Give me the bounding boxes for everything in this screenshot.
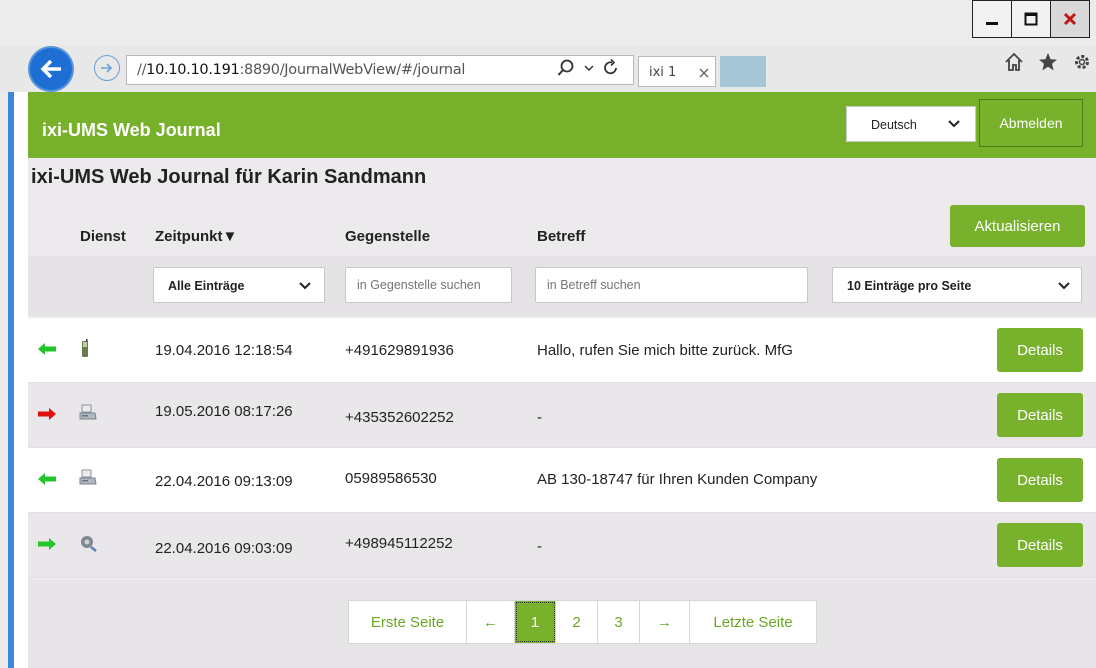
entries-filter-value: Alle Einträge [168, 279, 245, 293]
party-cell: +435352602252 [345, 409, 454, 426]
app-title: ixi-UMS Web Journal [42, 120, 221, 140]
language-select[interactable]: Deutsch [846, 106, 976, 142]
details-button[interactable]: Details [997, 523, 1083, 567]
maximize-icon [1024, 12, 1038, 26]
time-cell: 22.04.2016 09:03:09 [155, 540, 293, 557]
arrow-left-icon [40, 59, 61, 79]
table-row: 22.04.2016 09:03:09 +498945112252 - Deta… [28, 513, 1096, 578]
minimize-icon [986, 22, 998, 25]
fax-icon [79, 404, 97, 420]
title-bar [0, 0, 1096, 46]
app-header: ixi-UMS Web Journal Deutsch Abmelden [28, 92, 1096, 158]
column-header-zeitpunkt[interactable]: Zeitpunkt▼ [155, 228, 237, 245]
chevron-down-icon [1058, 282, 1070, 290]
minimize-button[interactable] [972, 0, 1012, 38]
journal-table: 19.04.2016 12:18:54 +491629891936 Hallo,… [28, 318, 1096, 578]
chevron-down-icon[interactable] [584, 64, 594, 72]
chevron-down-icon [299, 282, 311, 290]
sms-icon [82, 339, 88, 357]
page-link-3[interactable]: 3 [598, 601, 640, 643]
first-page-link[interactable]: Erste Seite [349, 601, 467, 643]
back-button[interactable] [30, 48, 72, 90]
logout-button[interactable]: Abmelden [979, 99, 1083, 147]
column-header-dienst: Dienst [80, 228, 126, 245]
next-page-link[interactable]: → [640, 601, 690, 643]
new-tab-button[interactable] [720, 56, 766, 87]
details-button[interactable]: Details [997, 393, 1083, 437]
details-button[interactable]: Details [997, 328, 1083, 372]
window-controls [972, 0, 1090, 38]
page-link-2[interactable]: 2 [556, 601, 598, 643]
column-header-gegenstelle: Gegenstelle [345, 228, 431, 245]
star-icon[interactable] [1038, 52, 1058, 72]
time-cell: 19.05.2016 08:17:26 [155, 403, 293, 420]
language-value: Deutsch [871, 118, 917, 132]
url-text: //10.10.10.191:8890/JournalWebView/#/jou… [137, 62, 466, 78]
browser-tab[interactable]: ixi 1 [638, 56, 716, 87]
column-header-betreff: Betreff [537, 228, 586, 245]
close-tab-icon[interactable] [699, 68, 709, 78]
party-cell: 05989586530 [345, 470, 437, 487]
per-page-value: 10 Einträge pro Seite [847, 279, 972, 293]
subject-cell: AB 130-18747 für Ihren Kunden Company [537, 471, 818, 488]
gear-icon[interactable] [1072, 52, 1092, 72]
party-cell: +491629891936 [345, 342, 454, 359]
time-cell: 22.04.2016 09:13:09 [155, 473, 293, 490]
filter-row: Alle Einträge 10 Einträge pro Seite [28, 256, 1096, 316]
table-row: 22.04.2016 09:13:09 05989586530 AB 130-1… [28, 448, 1096, 513]
details-button[interactable]: Details [997, 458, 1083, 502]
refresh-icon[interactable] [603, 59, 619, 77]
incoming-arrow-icon [38, 473, 56, 485]
per-page-select[interactable]: 10 Einträge pro Seite [832, 267, 1082, 303]
incoming-arrow-icon [38, 343, 56, 355]
last-page-link[interactable]: Letzte Seite [690, 601, 816, 643]
page-title: ixi-UMS Web Journal für Karin Sandmann [31, 166, 427, 188]
close-button[interactable] [1050, 0, 1090, 38]
refresh-button[interactable]: Aktualisieren [950, 205, 1085, 247]
maximize-button[interactable] [1011, 0, 1051, 38]
browser-chrome: //10.10.10.191:8890/JournalWebView/#/jou… [0, 0, 1096, 92]
address-bar[interactable]: //10.10.10.191:8890/JournalWebView/#/jou… [126, 55, 634, 85]
gegenstelle-search-input[interactable] [345, 267, 512, 303]
table-row: 19.04.2016 12:18:54 +491629891936 Hallo,… [28, 318, 1096, 383]
betreff-search-input[interactable] [535, 267, 808, 303]
forward-button[interactable] [94, 55, 120, 81]
search-icon[interactable] [557, 59, 575, 77]
incoming-arrow-icon [38, 538, 56, 550]
table-row: 19.05.2016 08:17:26 +435352602252 - Deta… [28, 383, 1096, 448]
subject-cell: Hallo, rufen Sie mich bitte zurück. MfG [537, 342, 793, 359]
pagination-area: Erste Seite ← 1 2 3 → Letzte Seite [28, 580, 1096, 668]
party-cell: +498945112252 [345, 535, 453, 552]
arrow-right-icon [101, 63, 113, 73]
prev-page-link[interactable]: ← [467, 601, 515, 643]
time-cell: 19.04.2016 12:18:54 [155, 342, 293, 359]
subject-cell: - [537, 538, 542, 555]
fax-icon [79, 469, 97, 485]
tab-label: ixi 1 [649, 65, 677, 80]
pagination: Erste Seite ← 1 2 3 → Letzte Seite [348, 600, 817, 644]
chevron-down-icon [948, 120, 960, 128]
page-link-1[interactable]: 1 [515, 601, 556, 643]
close-icon [1063, 12, 1077, 26]
home-icon[interactable] [1004, 52, 1024, 72]
outgoing-arrow-icon [38, 408, 56, 420]
voice-icon [81, 536, 97, 552]
entries-filter-select[interactable]: Alle Einträge [153, 267, 325, 303]
page-gutter [14, 92, 28, 668]
subject-cell: - [537, 409, 542, 426]
